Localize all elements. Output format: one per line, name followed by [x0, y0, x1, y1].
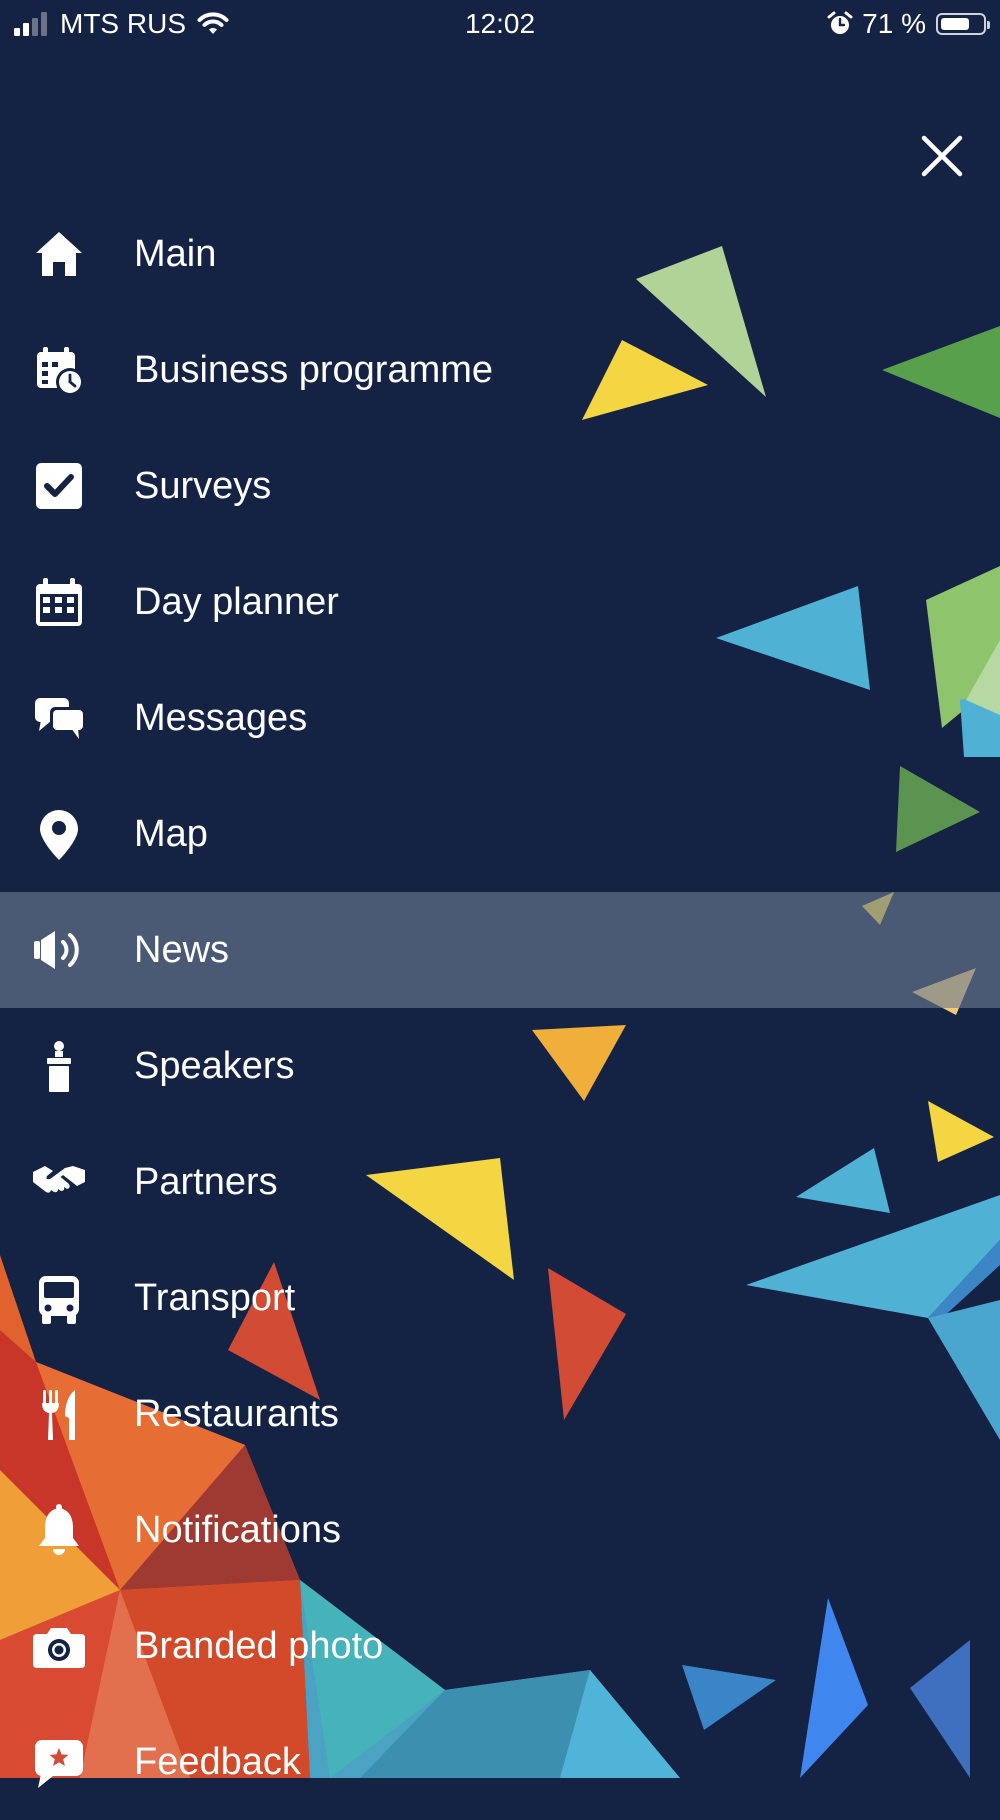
map-pin-icon: [30, 805, 88, 863]
menu-item-label: Partners: [134, 1160, 278, 1203]
menu-item-label: Notifications: [134, 1508, 341, 1551]
menu-item-day-planner[interactable]: Day planner: [0, 544, 1000, 660]
menu-item-label: Transport: [134, 1276, 296, 1319]
checkbox-icon: [30, 457, 88, 515]
bus-icon: [30, 1269, 88, 1327]
battery-percentage: 71 %: [862, 8, 926, 39]
menu-item-label: Branded photo: [134, 1624, 384, 1667]
close-icon: [921, 135, 963, 177]
menu-item-label: Restaurants: [134, 1392, 339, 1435]
bell-icon: [30, 1501, 88, 1559]
megaphone-icon: [30, 921, 88, 979]
menu-item-label: News: [134, 928, 230, 971]
menu-item-transport[interactable]: Transport: [0, 1240, 1000, 1356]
menu-item-speakers[interactable]: Speakers: [0, 1008, 1000, 1124]
menu-item-label: Surveys: [134, 464, 272, 507]
status-right: 71 %: [826, 8, 990, 40]
speaker-podium-icon: [30, 1037, 88, 1095]
menu-item-label: Messages: [134, 696, 308, 739]
close-menu-button[interactable]: [914, 128, 970, 184]
menu-item-map[interactable]: Map: [0, 776, 1000, 892]
calendar-icon: [30, 573, 88, 631]
menu-item-branded-photo[interactable]: Branded photo: [0, 1588, 1000, 1704]
menu-item-label: Feedback: [134, 1740, 301, 1783]
menu-item-main[interactable]: Main: [0, 196, 1000, 312]
menu-item-surveys[interactable]: Surveys: [0, 428, 1000, 544]
menu-item-notifications[interactable]: Notifications: [0, 1472, 1000, 1588]
menu-item-feedback[interactable]: Feedback: [0, 1704, 1000, 1820]
battery-level-fill: [941, 18, 969, 30]
menu-item-partners[interactable]: Partners: [0, 1124, 1000, 1240]
alarm-clock-icon: [827, 11, 853, 34]
menu-item-news[interactable]: News: [0, 892, 1000, 1008]
menu-item-label: Map: [134, 812, 208, 855]
menu-item-messages[interactable]: Messages: [0, 660, 1000, 776]
status-bar: MTS RUS 12:02 71 %: [0, 0, 1000, 48]
battery-icon: [936, 13, 990, 35]
home-icon: [30, 225, 88, 283]
camera-icon: [30, 1617, 88, 1675]
menu-item-business-programme[interactable]: Business programme: [0, 312, 1000, 428]
menu-item-label: Speakers: [134, 1044, 295, 1087]
menu-item-label: Business programme: [134, 348, 494, 391]
menu-item-restaurants[interactable]: Restaurants: [0, 1356, 1000, 1472]
feedback-star-icon: [30, 1733, 88, 1791]
menu-item-label: Main: [134, 232, 217, 275]
chat-bubbles-icon: [30, 689, 88, 747]
cutlery-icon: [30, 1385, 88, 1443]
handshake-icon: [30, 1153, 88, 1211]
navigation-menu: Main Business programme Surveys Day planner…: [0, 196, 1000, 1820]
calendar-clock-icon: [30, 341, 88, 399]
menu-item-label: Day planner: [134, 580, 339, 623]
